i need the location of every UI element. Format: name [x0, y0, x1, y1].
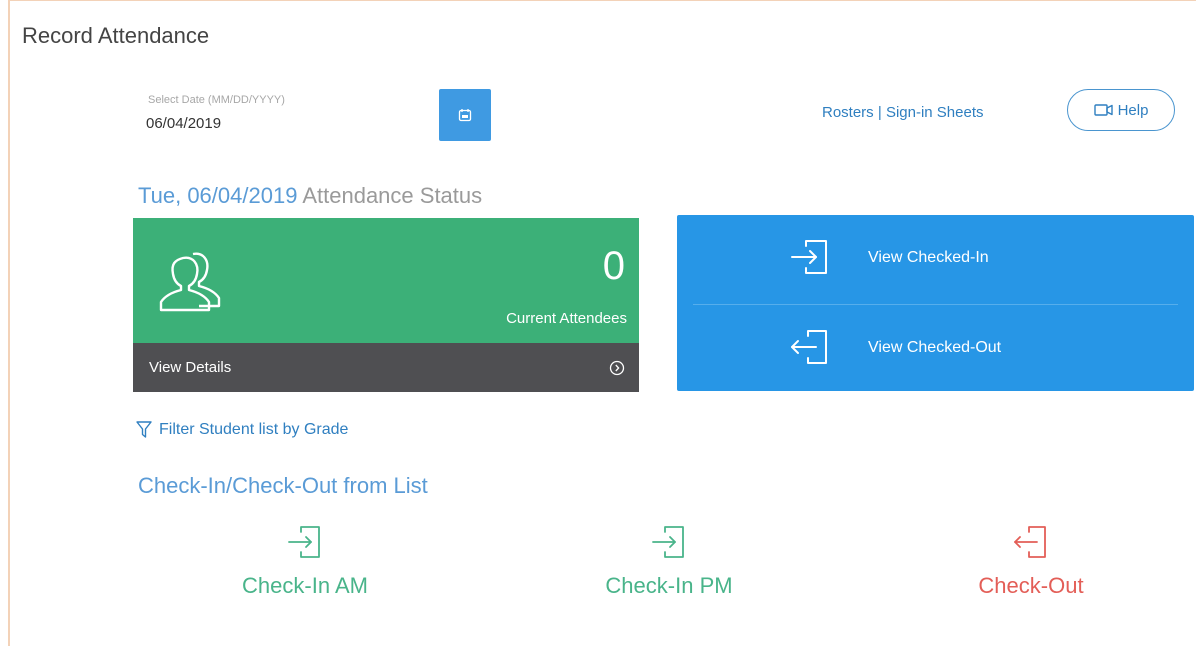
- attendees-summary: 0 Current Attendees: [133, 218, 639, 343]
- rosters-link[interactable]: Rosters: [822, 104, 874, 121]
- filter-icon: [136, 421, 152, 438]
- check-out-label: Check-Out: [978, 573, 1084, 598]
- filter-by-grade-link[interactable]: Filter Student list by Grade: [136, 421, 348, 439]
- check-in-icon: [652, 526, 684, 558]
- calendar-icon: [458, 109, 472, 122]
- help-label: Help: [1117, 101, 1149, 119]
- check-in-pm-button[interactable]: Check-In PM: [584, 525, 754, 599]
- current-attendees-card: 0 Current Attendees View Details: [133, 218, 639, 392]
- link-separator: |: [877, 104, 882, 121]
- check-in-am-button[interactable]: Check-In AM: [220, 525, 390, 599]
- date-input[interactable]: [146, 115, 346, 132]
- view-details-label: View Details: [149, 359, 232, 376]
- check-in-pm-label: Check-In PM: [605, 573, 733, 598]
- top-links: Rosters | Sign-in Sheets: [822, 104, 984, 121]
- check-out-icon: [791, 330, 827, 364]
- calendar-button[interactable]: [439, 89, 491, 141]
- filter-label: Filter Student list by Grade: [159, 421, 349, 438]
- help-button[interactable]: Help: [1067, 89, 1175, 131]
- view-checked-in-label: View Checked-In: [868, 249, 989, 266]
- view-checked-in-button[interactable]: View Checked-In: [677, 215, 1194, 301]
- date-field-label: Select Date (MM/DD/YYYY): [148, 94, 285, 106]
- check-in-icon: [288, 526, 320, 558]
- sign-in-sheets-link[interactable]: Sign-in Sheets: [886, 104, 984, 121]
- page-title: Record Attendance: [22, 23, 210, 48]
- status-date: Tue, 06/04/2019: [138, 183, 298, 208]
- attendance-status-heading: Tue, 06/04/2019 Attendance Status: [138, 183, 482, 209]
- check-out-button[interactable]: Check-Out: [946, 525, 1116, 599]
- status-heading-text: Attendance Status: [302, 183, 483, 208]
- chevron-right-circle-icon: [609, 360, 625, 375]
- check-out-icon: [1014, 526, 1046, 558]
- list-section-heading: Check-In/Check-Out from List: [138, 473, 428, 498]
- check-in-am-label: Check-In AM: [242, 573, 368, 598]
- video-icon: [1093, 104, 1113, 116]
- attendees-count: 0: [602, 244, 625, 288]
- check-in-icon: [791, 240, 827, 274]
- view-checked-out-label: View Checked-Out: [868, 339, 1002, 356]
- attendees-label: Current Attendees: [506, 310, 627, 327]
- people-icon: [159, 252, 221, 312]
- view-details-button[interactable]: View Details: [133, 343, 639, 392]
- view-checked-out-button[interactable]: View Checked-Out: [677, 305, 1194, 391]
- checked-status-card: View Checked-In View Checked-Out: [677, 215, 1194, 391]
